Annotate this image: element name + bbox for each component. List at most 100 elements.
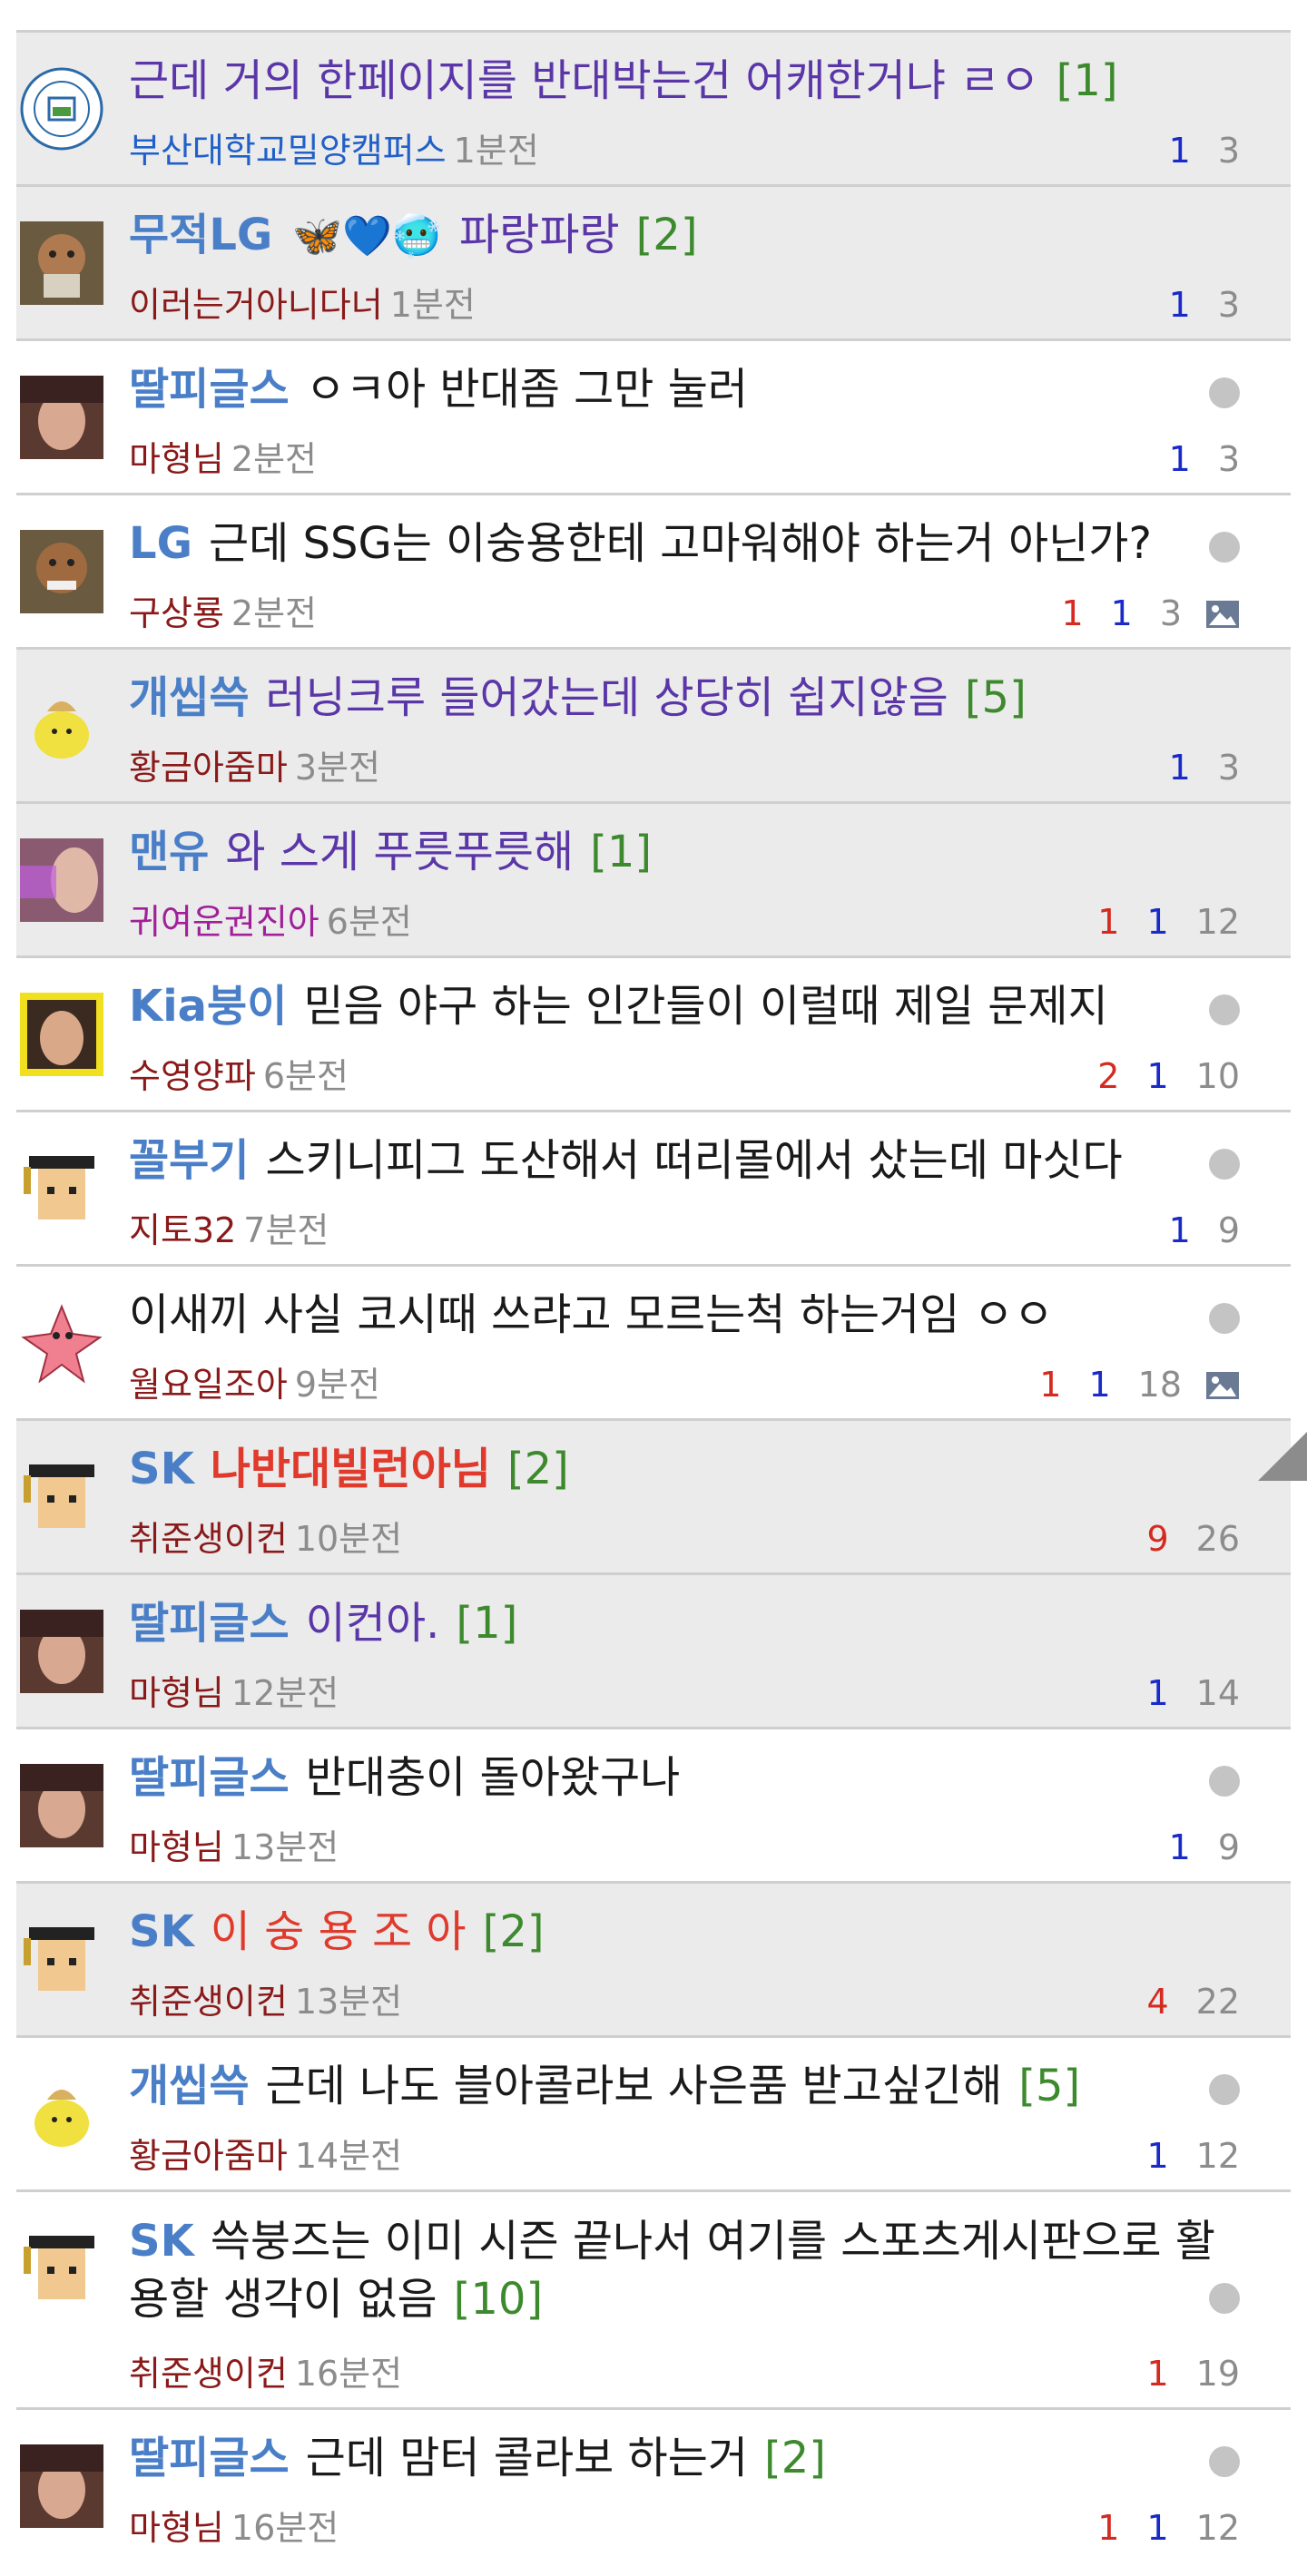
post-author[interactable]: 부산대학교밀양캠퍼스 (129, 131, 447, 171)
post-title[interactable]: 근데 나도 블아콜라보 사은품 받고싶긴해 (265, 2061, 1002, 2111)
team-tag: 꼴부기 (129, 1135, 250, 1186)
post-title-line[interactable]: LG 근데 SSG는 이숭용한테 고마워해야 하는거 아닌가? (129, 515, 1227, 572)
team-tag: 딸피글스 (129, 1598, 290, 1649)
post-time: 9분전 (294, 1365, 380, 1405)
comment-count: [1] (456, 1598, 518, 1649)
post-title[interactable]: 근데 거의 한페이지를 반대박는건 어캐한거냐 ㄹㅇ (129, 55, 1040, 106)
post-row[interactable]: 맨유 와 스게 푸릇푸릇해 [1] 귀여운권진아 6분전 1 1 12 (16, 804, 1291, 958)
comment-count: [2] (506, 1444, 569, 1494)
post-stats: 1 1 18 (1012, 1363, 1240, 1406)
post-title[interactable]: 쓱붕즈는 이미 시즌 끝나서 여기를 스포츠게시판으로 활용할 생각이 없음 (129, 2216, 1215, 2325)
post-title[interactable]: 근데 SSG는 이숭용한테 고마워해야 하는거 아닌가? (209, 518, 1152, 569)
post-row[interactable]: 개씹쓱 러닝크루 들어갔는데 상당히 쉽지않음 [5] 황금아줌마 3분전 13 (16, 650, 1291, 804)
post-meta: 부산대학교밀양캠퍼스 1분전 (129, 129, 539, 172)
post-row[interactable]: LG 근데 SSG는 이숭용한테 고마워해야 하는거 아닌가? 구상룡 2분전 11… (16, 495, 1291, 650)
post-title-line[interactable]: 무적LG 🦋💙🥶 파랑파랑 [2] (129, 207, 1227, 265)
post-row[interactable]: 개씹쓱 근데 나도 블아콜라보 사은품 받고싶긴해 [5] 황금아줌마 14분전 11… (16, 2038, 1291, 2192)
post-title[interactable]: 나반대빌런아님 (211, 1444, 491, 1494)
post-time: 10분전 (294, 1519, 403, 1559)
post-title-line[interactable]: 딸피글스 이컨아. [1] (129, 1595, 1227, 1651)
post-author[interactable]: 취준생이컨 (129, 2354, 288, 2394)
post-title[interactable]: 근데 맘터 콜라보 하는거 (306, 2433, 748, 2483)
post-title-line[interactable]: Kia붕이 믿음 야구 하는 인간들이 이럴때 제일 문제지 (129, 978, 1227, 1034)
downvote-count: 1 (1097, 902, 1120, 942)
post-row[interactable]: SK 쓱붕즈는 이미 시즌 끝나서 여기를 스포츠게시판으로 활용할 생각이 없음… (16, 2192, 1291, 2410)
post-title[interactable]: 러닝크루 들어갔는데 상당히 쉽지않음 (265, 672, 948, 723)
new-dot-icon (1209, 377, 1240, 408)
recommend-count: 1 (1146, 902, 1169, 942)
post-title-line[interactable]: 개씹쓱 러닝크루 들어갔는데 상당히 쉽지않음 [5] (129, 670, 1227, 726)
post-author[interactable]: 월요일조아 (129, 1365, 288, 1405)
post-row[interactable]: 딸피글스 ㅇㅋ아 반대좀 그만 눌러 마형님 2분전 13 (16, 341, 1291, 495)
post-title[interactable]: 이 숭 용 조 아 (211, 1906, 467, 1957)
scroll-corner-icon[interactable] (1258, 1432, 1307, 1481)
post-title-line[interactable]: 딸피글스 반대충이 돌아왔구나 (129, 1749, 1227, 1806)
post-time: 13분전 (231, 1827, 339, 1867)
post-title[interactable]: 믿음 야구 하는 인간들이 이럴때 제일 문제지 (303, 981, 1107, 1032)
post-meta: 마형님 12분전 (129, 1671, 339, 1715)
view-count: 10 (1195, 1056, 1240, 1096)
downvote-count: 2 (1097, 1056, 1120, 1096)
post-row[interactable]: 딸피글스 반대충이 돌아왔구나 마형님 13분전 19 (16, 1729, 1291, 1884)
downvote-count: 9 (1146, 1519, 1169, 1559)
comment-count: [2] (635, 210, 698, 260)
post-title-line[interactable]: SK 이 숭 용 조 아 [2] (129, 1904, 1227, 1960)
chick-avatar (20, 684, 103, 768)
post-title[interactable]: 반대충이 돌아왔구나 (306, 1752, 681, 1803)
post-meta: 마형님 16분전 (129, 2506, 339, 2550)
post-author[interactable]: 이러는거아니다너 (129, 285, 383, 325)
post-time: 2분전 (231, 439, 317, 479)
post-row[interactable]: 꼴부기 스키니피그 도산해서 떠리몰에서 샀는데 마싯다 지토32 7분전 19 (16, 1112, 1291, 1267)
post-author[interactable]: 황금아줌마 (129, 748, 288, 788)
post-title-line[interactable]: 이새끼 사실 코시때 쓰랴고 모르는척 하는거임 ㅇㅇ (129, 1287, 1227, 1343)
post-author[interactable]: 지토32 (129, 1210, 236, 1250)
post-title-line[interactable]: SK 나반대빌런아님 [2] (129, 1441, 1227, 1497)
post-author[interactable]: 취준생이컨 (129, 1982, 288, 2022)
downvote-count: 4 (1146, 1982, 1169, 2022)
post-time: 16분전 (231, 2508, 339, 2548)
view-count: 12 (1195, 2136, 1240, 2176)
post-title-line[interactable]: 근데 거의 한페이지를 반대박는건 어캐한거냐 ㄹㅇ [1] (129, 53, 1227, 109)
post-title-line[interactable]: 개씹쓱 근데 나도 블아콜라보 사은품 받고싶긴해 [5] (129, 2058, 1227, 2114)
new-dot-icon (1209, 1766, 1240, 1797)
post-row[interactable]: SK 이 숭 용 조 아 [2] 취준생이컨 13분전 4 22 (16, 1884, 1291, 2038)
team-tag: 무적LG (129, 210, 273, 260)
post-row[interactable]: 무적LG 🦋💙🥶 파랑파랑 [2] 이러는거아니다너 1분전 13 (16, 187, 1291, 341)
post-author[interactable]: 황금아줌마 (129, 2136, 288, 2176)
post-author[interactable]: 수영양파 (129, 1056, 256, 1096)
post-author[interactable]: 취준생이컨 (129, 1519, 288, 1559)
post-title[interactable]: 이새끼 사실 코시때 쓰랴고 모르는척 하는거임 ㅇㅇ (129, 1289, 1054, 1340)
post-stats: 2 1 10 (1070, 1054, 1240, 1098)
post-author[interactable]: 마형님 (129, 2508, 224, 2548)
post-meta: 구상룡 2분전 (129, 592, 317, 635)
user-photo-avatar (20, 838, 103, 922)
post-row[interactable]: 이새끼 사실 코시때 쓰랴고 모르는척 하는거임 ㅇㅇ 월요일조아 9분전 111… (16, 1267, 1291, 1421)
post-title[interactable]: ㅇㅋ아 반대좀 그만 눌러 (306, 364, 748, 415)
comment-count: [2] (482, 1906, 545, 1957)
post-title[interactable]: 파랑파랑 (459, 210, 620, 260)
post-meta: 지토32 7분전 (129, 1209, 329, 1252)
post-author[interactable]: 마형님 (129, 1827, 224, 1867)
post-row[interactable]: SK 나반대빌런아님 [2] 취준생이컨 10분전 9 26 (16, 1421, 1291, 1575)
post-title[interactable]: 이컨아. (306, 1598, 440, 1649)
post-title-line[interactable]: 딸피글스 근데 맘터 콜라보 하는거 [2] (129, 2430, 1227, 2486)
post-row[interactable]: 딸피글스 근데 맘터 콜라보 하는거 [2] 마형님 16분전 1 1 12 (16, 2410, 1291, 2576)
post-row[interactable]: 딸피글스 이컨아. [1] 마형님 12분전 1 14 (16, 1575, 1291, 1729)
post-author[interactable]: 구상룡 (129, 593, 224, 633)
post-row[interactable]: Kia붕이 믿음 야구 하는 인간들이 이럴때 제일 문제지 수영양파 6분전 21… (16, 958, 1291, 1112)
post-author[interactable]: 귀여운권진아 (129, 902, 319, 942)
post-title-line[interactable]: 맨유 와 스게 푸릇푸릇해 [1] (129, 824, 1227, 880)
post-title[interactable]: 와 스게 푸릇푸릇해 (225, 827, 574, 877)
post-title-line[interactable]: 꼴부기 스키니피그 도산해서 떠리몰에서 샀는데 마싯다 (129, 1132, 1227, 1189)
post-title-line[interactable]: 딸피글스 ㅇㅋ아 반대좀 그만 눌러 (129, 361, 1227, 417)
post-author[interactable]: 마형님 (129, 1673, 224, 1713)
team-tag: 개씹쓱 (129, 672, 250, 723)
post-title-line[interactable]: SK 쓱붕즈는 이미 시즌 끝나서 여기를 스포츠게시판으로 활용할 생각이 없음… (129, 2212, 1227, 2328)
post-author[interactable]: 마형님 (129, 439, 224, 479)
view-count: 9 (1217, 1210, 1240, 1250)
post-time: 13분전 (294, 1982, 403, 2022)
post-title[interactable]: 스키니피그 도산해서 떠리몰에서 샀는데 마싯다 (265, 1135, 1122, 1186)
post-meta: 취준생이컨 16분전 (129, 2352, 402, 2395)
post-row[interactable]: 근데 거의 한페이지를 반대박는건 어캐한거냐 ㄹㅇ [1] 부산대학교밀양캠퍼스… (16, 33, 1291, 187)
comment-count: [1] (590, 827, 653, 877)
